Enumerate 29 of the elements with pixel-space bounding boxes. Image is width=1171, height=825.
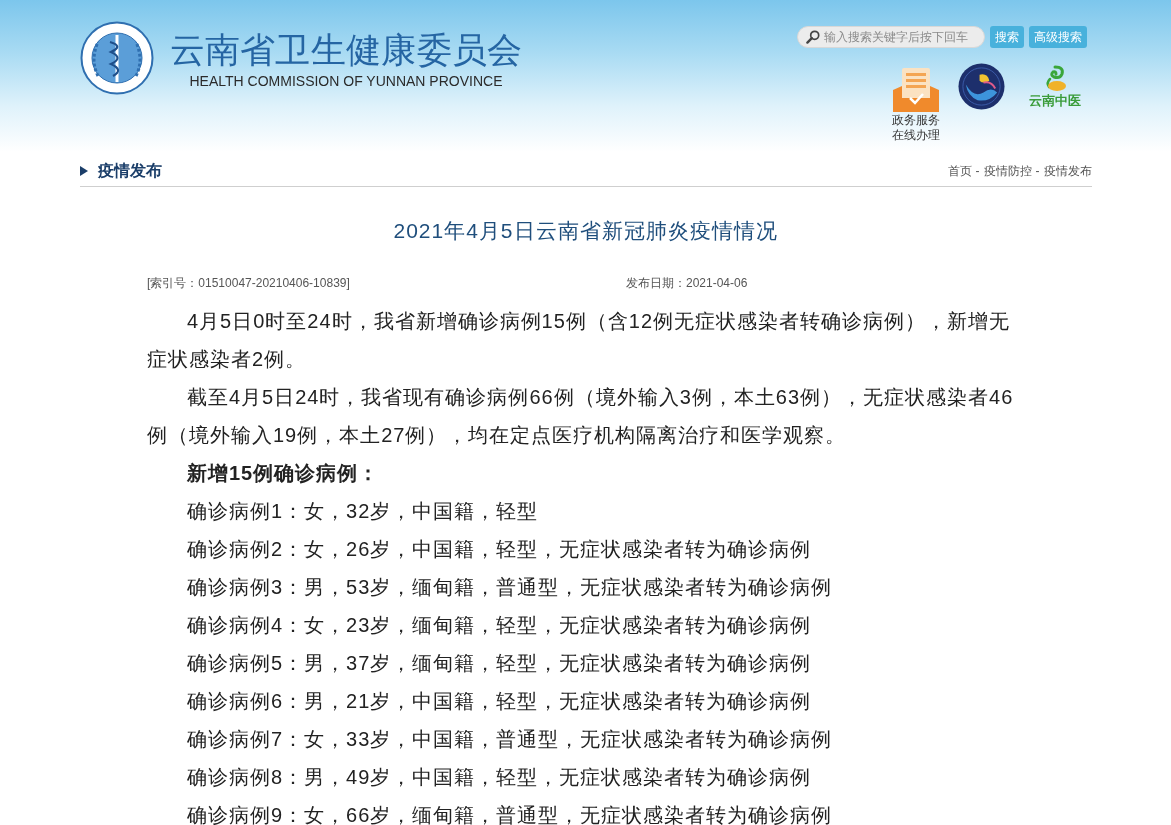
breadcrumb-link[interactable]: 疫情发布 — [1043, 162, 1092, 179]
paragraph: 截至4月5日24时，我省现有确诊病例66例（境外输入3例，本土63例），无症状感染者46例（境外输入19例，本土27例），均在定点医疗机构隔离治疗和医学观察。 — [147, 385, 1015, 448]
case-line: 确诊病例1：女，32岁，中国籍，轻型 — [187, 499, 539, 523]
case-line: 确诊病例8：男，49岁，中国籍，轻型，无症状感染者转为确诊病例 — [187, 765, 812, 789]
document-tray-icon — [892, 68, 939, 112]
breadcrumb-link[interactable]: 疫情防控 — [983, 162, 1032, 179]
case-line: 确诊病例5：男，37岁，缅甸籍，轻型，无症状感染者转为确诊病例 — [187, 651, 812, 675]
site-title: 云南省卫生健康委员会 — [169, 29, 523, 71]
cases-heading: 新增15例确诊病例： — [187, 461, 380, 485]
case-line: 确诊病例4：女，23岁，缅甸籍，轻型，无症状感染者转为确诊病例 — [187, 613, 812, 637]
index-number: [索引号：01510047-20210406-10839] — [147, 275, 351, 292]
paragraph: 4月5日0时至24时，我省新增确诊病例15例（含12例无症状感染者转确诊病例），新增无症状感染者2例。 — [147, 309, 1012, 372]
section-title: 疫情发布 — [97, 160, 162, 181]
search-icon — [805, 30, 820, 44]
triangle-icon — [79, 165, 88, 176]
case-line: 确诊病例3：男，53岁，缅甸籍，普通型，无症状感染者转为确诊病例 — [187, 575, 833, 599]
article-title: 2021年4月5日云南省新冠肺炎疫情情况 — [393, 218, 778, 244]
case-line: 确诊病例7：女，33岁，中国籍，普通型，无症状感染者转为确诊病例 — [187, 727, 833, 751]
publish-date: 发布日期：2021-04-06 — [626, 275, 748, 292]
round-emblem-icon[interactable] — [957, 63, 1005, 110]
case-line: 确诊病例6：男，21岁，中国籍，轻型，无症状感染者转为确诊病例 — [187, 689, 812, 713]
breadcrumb-separator: - — [975, 162, 980, 179]
service-link[interactable]: 政务服务 在线办理 — [890, 63, 941, 143]
case-line: 确诊病例9：女，66岁，缅甸籍，普通型，无症状感染者转为确诊病例 — [187, 803, 833, 825]
search-field[interactable]: 输入搜索关键字后按下回车 — [796, 26, 985, 48]
breadcrumb-link[interactable]: 首页 — [947, 162, 972, 179]
site-subtitle: HEALTH COMMISSION OF YUNNAN PROVINCE — [189, 73, 504, 89]
case-line: 确诊病例2：女，26岁，中国籍，轻型，无症状感染者转为确诊病例 — [187, 537, 812, 561]
breadcrumb-separator: - — [1035, 162, 1040, 179]
